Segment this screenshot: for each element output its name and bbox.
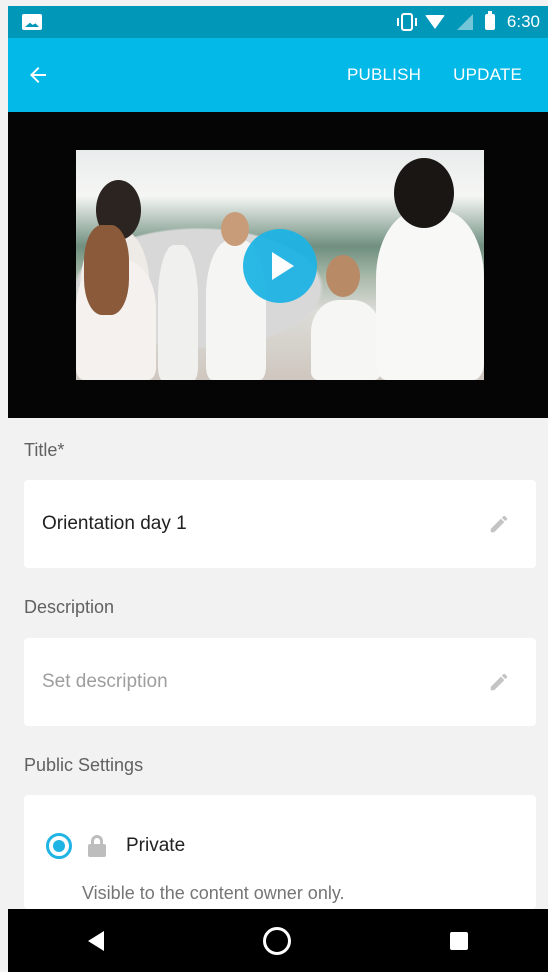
vibrate-icon <box>396 13 417 31</box>
pencil-icon[interactable] <box>488 513 510 535</box>
status-time: 6:30 <box>506 12 540 31</box>
privacy-options-card: Private Visible to the content owner onl… <box>24 795 536 909</box>
private-radio-button[interactable] <box>46 833 72 859</box>
play-icon[interactable] <box>243 229 317 303</box>
title-value[interactable]: Orientation day 1 <box>42 513 187 535</box>
update-button[interactable]: UPDATE <box>453 65 522 85</box>
description-placeholder[interactable]: Set description <box>42 671 168 693</box>
image-icon <box>22 14 42 30</box>
app-bar: PUBLISH UPDATE <box>8 38 548 112</box>
video-thumbnail <box>76 150 484 380</box>
private-option[interactable]: Private <box>46 833 185 859</box>
nav-back-icon[interactable] <box>87 930 104 951</box>
description-field[interactable]: Set description <box>24 638 536 726</box>
lock-icon <box>86 835 108 857</box>
private-option-label[interactable]: Private <box>126 835 185 857</box>
private-option-description: Visible to the content owner only. <box>82 883 345 903</box>
description-label: Description <box>24 597 115 617</box>
status-bar: 6:30 <box>8 6 548 38</box>
system-nav-bar <box>8 909 548 972</box>
public-settings-label: Public Settings <box>24 755 144 775</box>
title-field[interactable]: Orientation day 1 <box>24 480 536 568</box>
no-signal-icon <box>456 14 473 30</box>
publish-button[interactable]: PUBLISH <box>347 65 421 85</box>
title-label: Title* <box>24 440 65 460</box>
nav-home-icon[interactable] <box>262 926 291 955</box>
nav-recents-icon[interactable] <box>450 931 469 950</box>
arrow-back-icon[interactable] <box>24 61 52 89</box>
video-player[interactable] <box>8 112 548 418</box>
battery-icon <box>484 11 495 30</box>
pencil-icon[interactable] <box>488 671 510 693</box>
wifi-icon <box>424 15 445 29</box>
